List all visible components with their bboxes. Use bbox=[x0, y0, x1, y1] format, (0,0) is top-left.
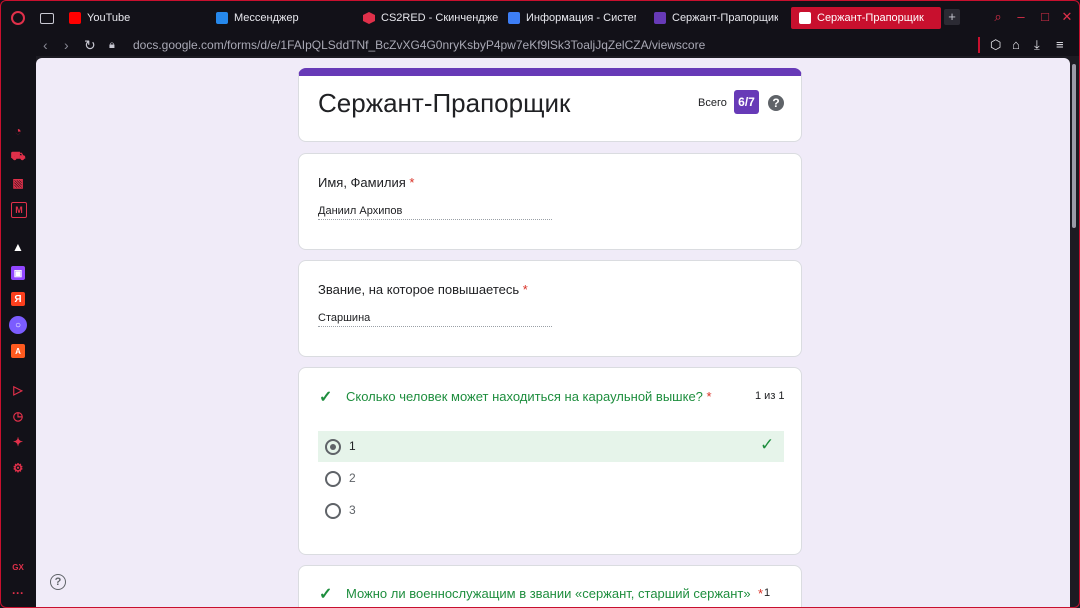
new-tab-button[interactable]: + bbox=[944, 9, 960, 25]
forward-button[interactable]: › bbox=[64, 36, 69, 54]
m-app-icon[interactable]: M bbox=[11, 202, 27, 218]
reload-button[interactable]: ↻ bbox=[84, 36, 96, 54]
gx-tv-icon[interactable]: ▧ bbox=[11, 176, 25, 190]
tabs-menu-icon[interactable] bbox=[40, 8, 54, 28]
more-icon[interactable]: ··· bbox=[11, 586, 25, 600]
aria-icon[interactable]: ▲ bbox=[11, 240, 25, 254]
tab-form[interactable]: Сержант-Прапорщик bbox=[654, 8, 778, 28]
tab-label: Мессенджер bbox=[234, 12, 299, 24]
radio-unselected bbox=[325, 471, 341, 487]
menu-icon[interactable]: ≡ bbox=[1056, 37, 1064, 52]
player-icon[interactable]: ▷ bbox=[11, 383, 25, 397]
tab-label: Информация - Система bbox=[526, 12, 636, 24]
option-label: 2 bbox=[349, 471, 356, 485]
forms-icon bbox=[654, 12, 666, 24]
minimize-button[interactable]: – bbox=[1013, 9, 1029, 25]
url-field[interactable]: docs.google.com/forms/d/e/1FAIpQLSddTNf_… bbox=[133, 37, 705, 53]
page-content: Сержант-Прапорщик Всего 6/7 ? Имя, Фамил… bbox=[36, 58, 1070, 608]
tab-label: CS2RED - Скинченджер bbox=[381, 12, 499, 24]
scrollbar-thumb[interactable] bbox=[1072, 64, 1076, 228]
page-help-icon[interactable]: ? bbox=[50, 574, 66, 590]
correct-check-icon: ✓ bbox=[319, 389, 333, 406]
tab-youtube[interactable]: YouTube bbox=[69, 8, 189, 28]
question-card-name: Имя, Фамилия * Даниил Архипов bbox=[298, 153, 802, 250]
question-label: Имя, Фамилия * bbox=[318, 175, 415, 190]
required-mark: * bbox=[409, 175, 415, 190]
download-icon[interactable]: ⤓ bbox=[1034, 37, 1040, 53]
score-label: Всего bbox=[698, 97, 727, 109]
settings-icon[interactable]: ⚙ bbox=[11, 461, 25, 475]
option-row: 3 bbox=[318, 495, 784, 526]
form-header-card: Сержант-Прапорщик Всего 6/7 ? bbox=[298, 68, 802, 142]
tab-messenger[interactable]: Мессенджер bbox=[216, 8, 346, 28]
close-button[interactable]: ✕ bbox=[1059, 9, 1075, 25]
option-row: 2 bbox=[318, 463, 784, 494]
maximize-button[interactable]: □ bbox=[1037, 9, 1053, 25]
quiz-question-card: ✓ Сколько человек может находиться на ка… bbox=[298, 367, 802, 555]
question-label: Можно ли военнослужащим в звании «сержан… bbox=[346, 586, 751, 601]
speed-dial-icon[interactable]: ◔ bbox=[11, 124, 25, 138]
back-button[interactable]: ‹ bbox=[43, 36, 48, 54]
alice-icon[interactable]: ○ bbox=[9, 316, 27, 334]
tab-info[interactable]: Информация - Система bbox=[508, 8, 636, 28]
tab-label: Сержант-Прапорщик bbox=[817, 12, 924, 24]
form-title: Сержант-Прапорщик bbox=[318, 88, 571, 118]
tab-label: YouTube bbox=[87, 12, 131, 24]
wallet-icon[interactable]: ⌂ bbox=[1012, 37, 1020, 52]
cs2red-icon bbox=[363, 12, 375, 24]
tab-bar: YouTube Мессенджер CS2RED - Скинченджер … bbox=[0, 0, 1080, 34]
extensions-icon[interactable]: ✦ bbox=[11, 435, 25, 449]
grid-icon bbox=[508, 12, 520, 24]
radio-unselected bbox=[325, 503, 341, 519]
gx-logo-icon[interactable]: GX bbox=[11, 560, 25, 574]
forms-icon bbox=[799, 12, 811, 24]
required-mark: * bbox=[758, 586, 764, 601]
question-points: 1 bbox=[764, 587, 771, 599]
required-mark: * bbox=[522, 282, 528, 297]
quiz-question-card-2: ✓ Можно ли военнослужащим в звании «серж… bbox=[298, 565, 802, 608]
tab-cs2red[interactable]: CS2RED - Скинченджер bbox=[363, 8, 499, 28]
divider bbox=[978, 37, 980, 53]
question-card-rank: Звание, на которое повышаетесь * Старшин… bbox=[298, 260, 802, 357]
tab-label: Сержант-Прапорщик bbox=[672, 12, 778, 24]
answer-text: Даниил Архипов bbox=[318, 205, 552, 220]
yandex-icon[interactable]: Я bbox=[11, 292, 25, 306]
tab-form-active[interactable]: Сержант-Прапорщик bbox=[791, 7, 941, 29]
score-badge: 6/7 bbox=[734, 90, 759, 114]
question-label: Звание, на которое повышаетесь * bbox=[318, 282, 528, 297]
question-points: 1 из 1 bbox=[755, 390, 785, 402]
history-icon[interactable]: ◷ bbox=[11, 409, 25, 423]
help-icon[interactable]: ? bbox=[768, 95, 784, 111]
answer-text: Старшина bbox=[318, 312, 552, 327]
sidebar: ◔ ⛟ ▧ M ▲ ▣ Я ○ A ▷ ◷ ✦ ⚙ GX ··· bbox=[0, 56, 36, 608]
search-icon[interactable]: ⌕ bbox=[990, 9, 1006, 25]
address-bar: ‹ › ↻ 🔒︎ docs.google.com/forms/d/e/1FAIp… bbox=[0, 34, 1080, 56]
lock-icon[interactable]: 🔒︎ bbox=[109, 36, 115, 54]
opera-logo-icon[interactable] bbox=[11, 8, 25, 28]
twitch-icon[interactable]: ▣ bbox=[11, 266, 25, 280]
messenger-icon bbox=[216, 12, 228, 24]
extensions-icon[interactable]: ⬡ bbox=[990, 37, 1001, 53]
option-label: 3 bbox=[349, 503, 356, 517]
correct-check-icon: ✓ bbox=[760, 435, 775, 454]
option-label: 1 bbox=[349, 439, 356, 453]
radio-selected bbox=[325, 439, 341, 455]
youtube-icon bbox=[69, 12, 81, 24]
correct-check-icon: ✓ bbox=[319, 586, 333, 603]
bag-icon[interactable]: ⛟ bbox=[10, 149, 25, 164]
required-mark: * bbox=[706, 389, 712, 404]
question-label: Сколько человек может находиться на кара… bbox=[346, 389, 712, 404]
option-row-correct: 1 ✓ bbox=[318, 431, 784, 462]
ad-icon[interactable]: A bbox=[11, 344, 25, 358]
